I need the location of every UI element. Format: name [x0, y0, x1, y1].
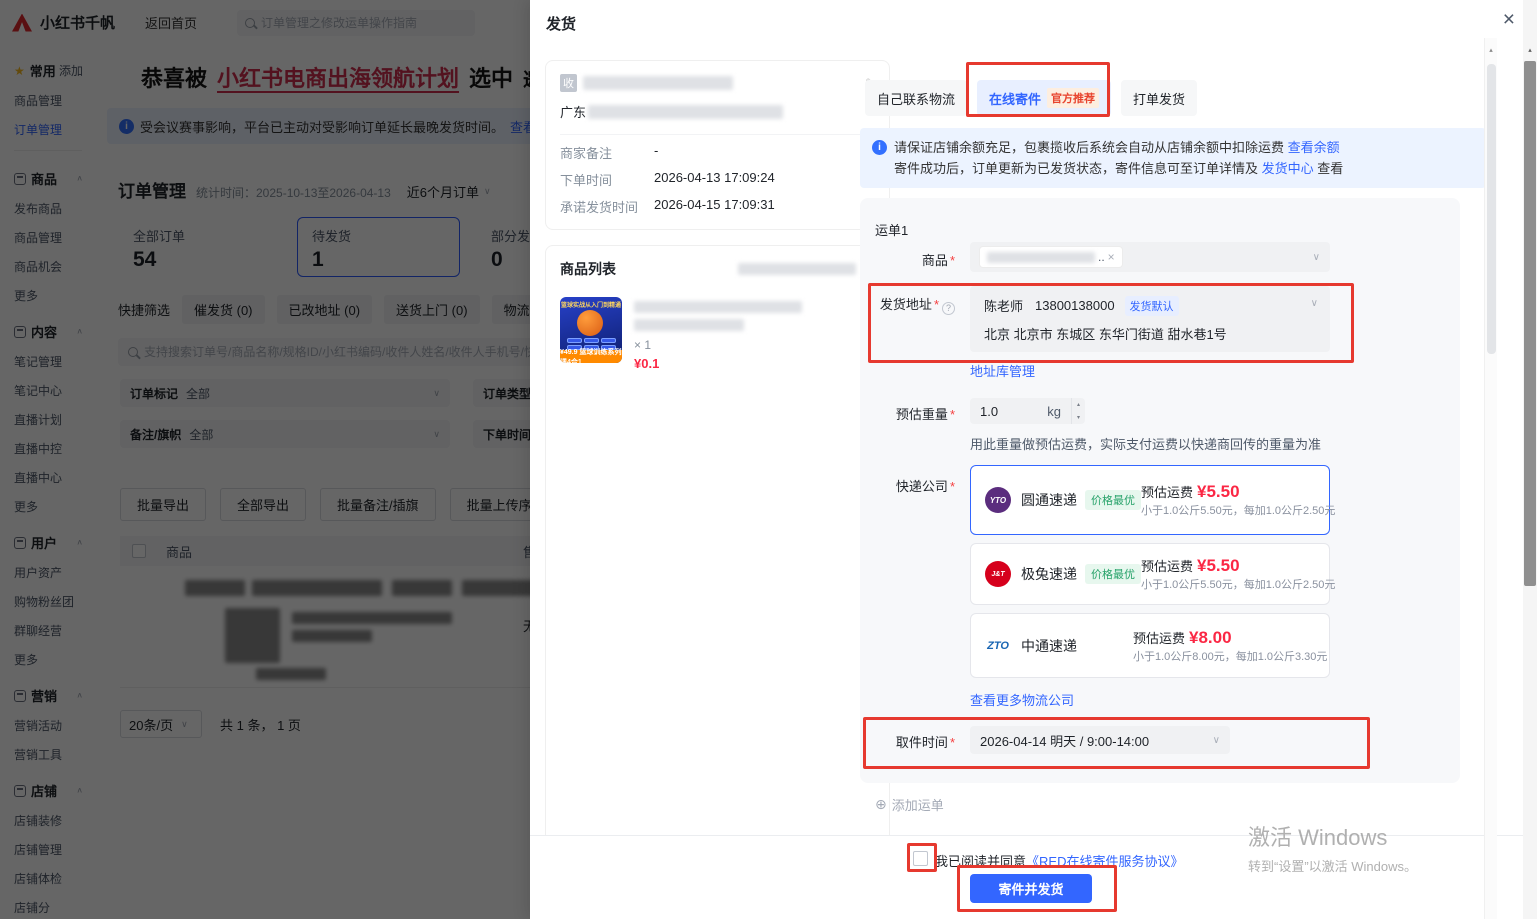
product-qty: × 1	[634, 338, 652, 352]
default-address-badge: 发货默认	[1124, 295, 1179, 316]
ship-method-tabs: 自己联系物流 在线寄件 官方推荐 打单发货	[865, 80, 1198, 116]
official-recommend-badge: 官方推荐	[1047, 88, 1100, 108]
drawer-title: 发货	[546, 16, 577, 33]
tab-print-ship[interactable]: 打单发货	[1121, 80, 1198, 116]
best-price-badge: 价格最优	[1085, 564, 1141, 584]
scroll-up-icon[interactable]: ▴	[1523, 46, 1537, 54]
more-couriers-link[interactable]: 查看更多物流公司	[970, 690, 1074, 709]
redacted-recipient-name	[583, 76, 733, 90]
redacted-recipient-address	[588, 104, 784, 119]
pickup-field-label: 取件时间 *	[895, 735, 955, 750]
yto-logo-icon: YTO	[985, 487, 1011, 513]
recipient-region: 广东	[560, 105, 587, 120]
balance-alert: i 请保证店铺余额充足，包裹揽收后系统会自动从店铺余额中扣除运费 查看余额 寄件…	[860, 128, 1486, 188]
address-library-link[interactable]: 地址库管理	[970, 361, 1035, 380]
product-price: ¥0.1	[634, 356, 660, 371]
redacted-product-title	[634, 301, 802, 313]
basketball-graphic	[577, 310, 603, 336]
scroll-up-icon[interactable]: ▴	[1485, 46, 1497, 54]
tab-online-shipping[interactable]: 在线寄件 官方推荐	[977, 80, 1112, 116]
courier-card-yto[interactable]: YTO 圆通速递 价格最优 预估运费 ¥5.50 小于1.0公斤5.50元，每加…	[970, 465, 1335, 535]
ship-drawer: 发货 × 收 ✎ 广东 商家备注 - 下单时间 2026-04-13 17:09…	[530, 0, 1537, 919]
zto-logo-icon: ZTO	[987, 639, 1009, 652]
drawer-scrollbar[interactable]: ▴	[1484, 38, 1497, 919]
courier-card-zto[interactable]: ZTO 中通速递 预估运费 ¥8.00 小于1.0公斤8.00元，每加1.0公斤…	[970, 613, 1330, 678]
weight-field-label: 预估重量 *	[895, 407, 955, 422]
add-waybill-button[interactable]: ⊕ 添加运单	[875, 795, 944, 814]
info-icon: i	[872, 140, 887, 155]
agreement-text: 我已阅读并同意	[935, 854, 1027, 869]
tab-self-contact-logistics[interactable]: 自己联系物流	[865, 80, 968, 116]
order-info-card: 收 ✎ 广东 商家备注 - 下单时间 2026-04-13 17:09:24 承…	[545, 60, 890, 230]
pickup-time-select[interactable]: 2026-04-14 明天 / 9:00-14:00 ∨	[970, 726, 1230, 754]
agreement-link[interactable]: 《RED在线寄件服务协议》	[1026, 851, 1183, 870]
merchant-note: -	[654, 143, 659, 158]
drawer-scrollbar-thumb[interactable]	[1487, 64, 1496, 354]
waybill-form-card: 运单1 商品* .. × ∨ 发货地址*? 陈老师 13800138000	[860, 198, 1460, 783]
weight-unit: kg	[1047, 403, 1061, 419]
estimated-fee: ¥5.50	[1197, 482, 1240, 501]
best-price-badge: 价格最优	[1085, 490, 1141, 510]
step-up-icon[interactable]: ▴	[1072, 398, 1085, 411]
redacted-product-spec	[634, 319, 744, 331]
estimated-fee: ¥5.50	[1197, 556, 1240, 575]
sender-address: 北京 北京市 东城区 东华门街道 甜水巷1号	[984, 326, 1227, 342]
courier-field-label: 快递公司 *	[895, 479, 955, 494]
chevron-down-icon: ∨	[1212, 734, 1220, 746]
product-list-card: 商品列表 篮球实战从入门到精通 ¥49.9 篮球训练系列课4合1 × 1 ¥0.…	[545, 245, 890, 857]
promise-ship-time: 2026-04-15 17:09:31	[654, 197, 775, 212]
address-field-label: 发货地址 *?	[860, 294, 955, 315]
courier-card-jt[interactable]: J&T 极兔速递 价格最优 预估运费 ¥5.50 小于1.0公斤5.50元，每加…	[970, 543, 1335, 605]
agreement-checkbox[interactable]	[913, 851, 928, 866]
product-thumbnail: 篮球实战从入门到精通 ¥49.9 篮球训练系列课4合1	[560, 297, 622, 363]
weight-input-wrap: kg	[970, 398, 1071, 424]
product-tag: .. ×	[980, 247, 1122, 267]
window-scrollbar-thumb[interactable]	[1524, 61, 1536, 586]
ship-address-select[interactable]: 陈老师 13800138000 发货默认 北京 北京市 东城区 东华门街道 甜水…	[970, 286, 1330, 352]
ship-center-link[interactable]: 发货中心	[1262, 161, 1314, 176]
product-field-label: 商品 *	[921, 253, 955, 268]
product-item: 篮球实战从入门到精通 ¥49.9 篮球训练系列课4合1 × 1 ¥0.1	[560, 297, 875, 371]
sender-name: 陈老师	[984, 299, 1024, 314]
divider	[560, 134, 875, 135]
ship-and-send-button[interactable]: 寄件并发货	[970, 874, 1092, 903]
weight-input[interactable]	[980, 403, 1026, 419]
close-icon[interactable]: ×	[1503, 8, 1515, 32]
recipient-badge: 收	[560, 74, 577, 92]
view-balance-link[interactable]: 查看余额	[1288, 140, 1340, 155]
jt-logo-icon: J&T	[985, 561, 1011, 587]
step-down-icon[interactable]: ▾	[1072, 411, 1085, 424]
question-icon: ?	[942, 301, 955, 315]
waybill-title: 运单1	[875, 223, 909, 238]
plus-icon: ⊕	[875, 796, 887, 812]
redacted-order-number	[738, 263, 856, 275]
redacted-product-tag	[987, 251, 1095, 263]
chevron-down-icon: ∨	[1310, 298, 1318, 309]
windows-activation-watermark: 激活 Windows 转到“设置”以激活 Windows。	[1248, 825, 1418, 874]
remove-tag-icon[interactable]: ×	[1108, 250, 1115, 264]
product-list-title: 商品列表	[560, 261, 616, 277]
product-select[interactable]: .. × ∨	[970, 242, 1330, 272]
chevron-down-icon: ∨	[1312, 251, 1320, 263]
estimated-fee: ¥8.00	[1189, 627, 1232, 647]
weight-stepper: ▴ ▾	[1071, 398, 1085, 424]
sender-phone: 13800138000	[1035, 298, 1115, 313]
weight-tip: 用此重量做预估运费，实际支付运费以快递商回传的重量为准	[970, 437, 1322, 452]
window-scrollbar[interactable]: ▴	[1523, 0, 1537, 919]
order-time: 2026-04-13 17:09:24	[654, 170, 775, 185]
